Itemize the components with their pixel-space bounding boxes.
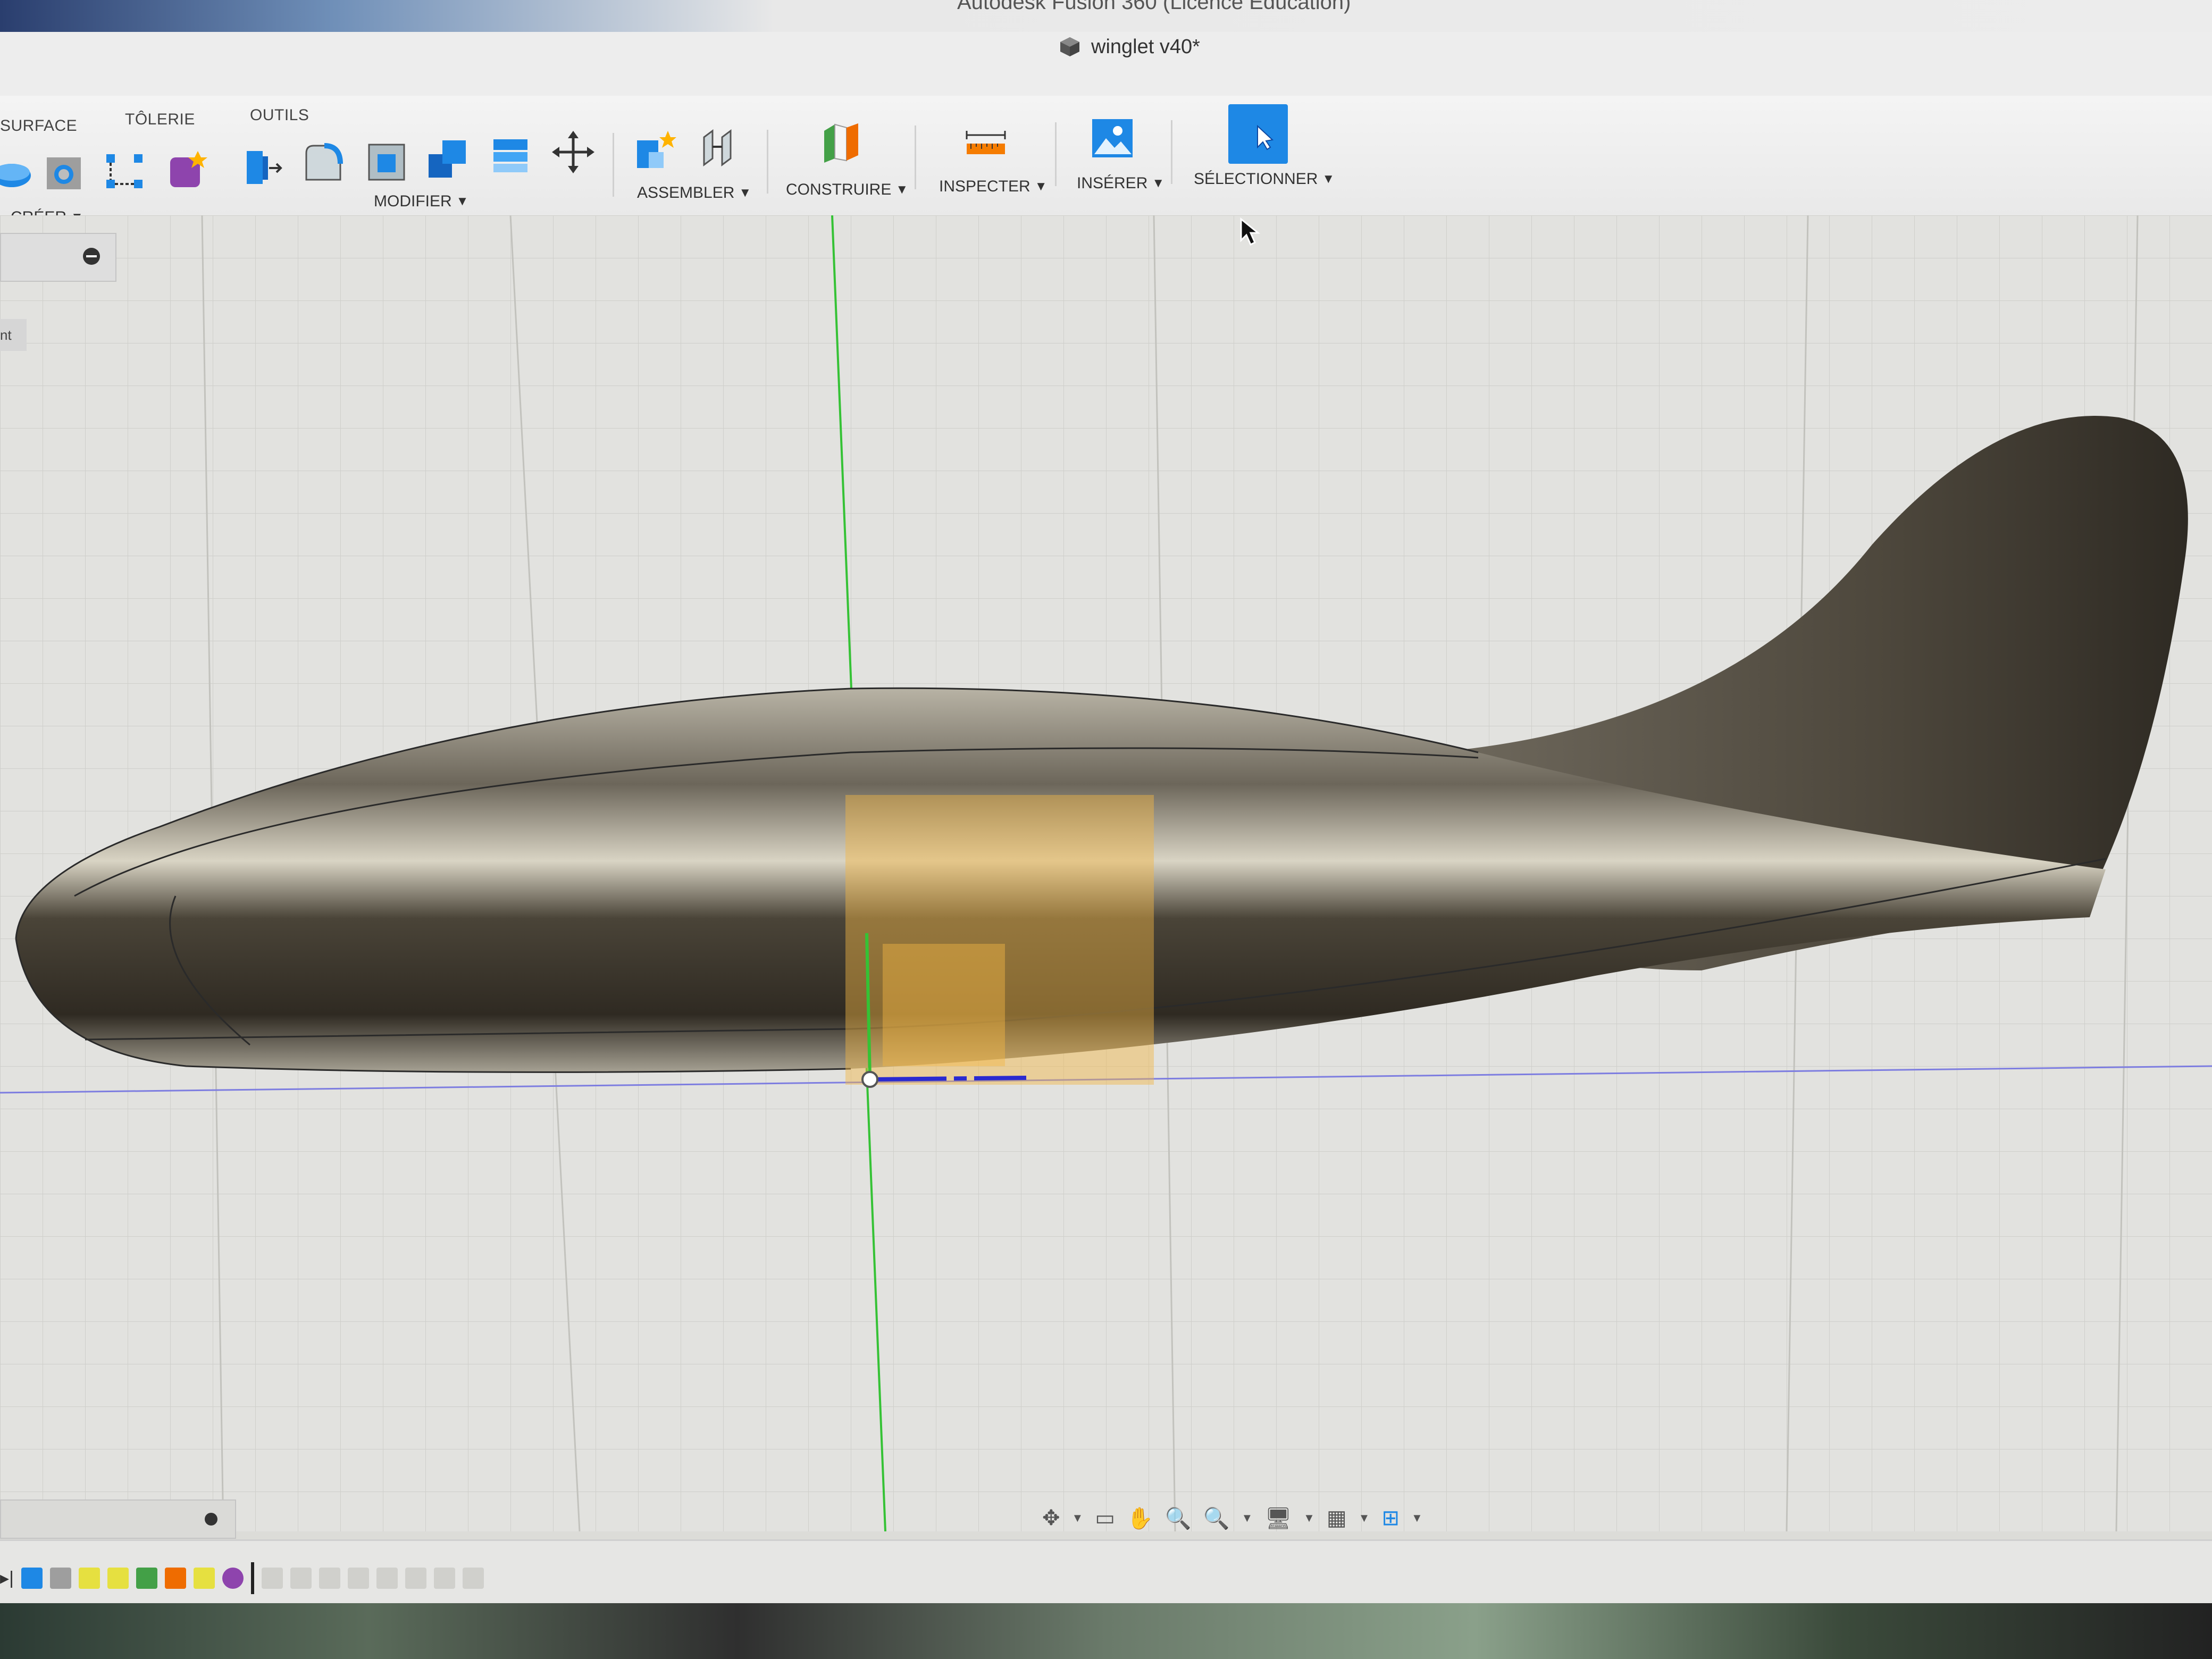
grid-settings-icon[interactable]: ▦ xyxy=(1327,1506,1347,1530)
look-at-icon[interactable]: ▭ xyxy=(1095,1506,1115,1530)
move-arrows-icon[interactable] xyxy=(551,130,596,174)
select-cursor-icon[interactable] xyxy=(1228,104,1288,164)
menu-assembler-label: ASSEMBLER xyxy=(637,184,735,202)
joint-icon[interactable] xyxy=(697,125,741,170)
toolbar-divider xyxy=(767,130,768,194)
menu-inspecter[interactable]: INSPECTER ▼ xyxy=(939,178,1047,196)
offset-faces-icon[interactable] xyxy=(488,132,533,177)
construction-plane-icon[interactable] xyxy=(819,120,864,165)
chevron-down-icon: ▼ xyxy=(895,182,909,197)
chevron-down-icon: ▼ xyxy=(1322,172,1335,186)
sketch-inner-profile xyxy=(883,944,1005,1066)
timeline-feature-icon[interactable] xyxy=(21,1568,43,1589)
document-title: winglet v40* xyxy=(1091,35,1200,58)
timeline-end-icon[interactable]: ▸| xyxy=(0,1568,14,1589)
comments-panel[interactable] xyxy=(0,1499,236,1539)
menu-construire[interactable]: CONSTRUIRE ▼ xyxy=(786,181,908,199)
timeline-feature-icon[interactable] xyxy=(376,1568,398,1589)
sketch-dimension-icon[interactable] xyxy=(102,149,147,194)
toolbar-divider xyxy=(1055,122,1057,186)
surface-extrude-icon[interactable] xyxy=(0,149,34,194)
viewports-icon[interactable]: ⊞ xyxy=(1381,1506,1400,1530)
menu-assembler[interactable]: ASSEMBLER ▼ xyxy=(637,184,751,202)
timeline-feature-icon[interactable] xyxy=(222,1568,244,1589)
pan-hand-icon[interactable]: ✋ xyxy=(1127,1506,1153,1531)
fillet-icon[interactable] xyxy=(301,140,346,185)
menu-inserer[interactable]: INSÉRER ▼ xyxy=(1077,174,1164,192)
form-create-icon[interactable] xyxy=(165,148,210,192)
insert-image-icon[interactable] xyxy=(1090,116,1135,161)
new-component-icon[interactable] xyxy=(633,128,677,172)
shell-cube-icon[interactable] xyxy=(43,150,87,195)
shell-icon[interactable] xyxy=(365,138,409,183)
toolbar-divider xyxy=(613,133,614,197)
document-tab[interactable]: winglet v40* xyxy=(1058,35,1200,58)
timeline-feature-icon[interactable] xyxy=(462,1568,484,1589)
timeline-feature-icon[interactable] xyxy=(261,1568,283,1589)
browser-panel[interactable] xyxy=(0,233,116,282)
chevron-down-icon: ▼ xyxy=(739,186,752,200)
timeline-feature-icon[interactable] xyxy=(405,1568,426,1589)
app-title: Autodesk Fusion 360 (Licence Éducation) xyxy=(957,0,1351,14)
chevron-down-icon: ▼ xyxy=(1152,176,1165,190)
chevron-down-icon[interactable]: ▼ xyxy=(1359,1511,1370,1525)
press-pull-icon[interactable] xyxy=(240,144,285,188)
menu-selectionner-label: SÉLECTIONNER xyxy=(1194,170,1318,188)
fit-icon[interactable]: 🔍 xyxy=(1203,1506,1230,1531)
tab-outils[interactable]: OUTILS xyxy=(250,106,309,124)
toolbar-divider xyxy=(915,125,916,189)
toolbar-divider xyxy=(1171,120,1172,184)
menu-construire-label: CONSTRUIRE xyxy=(786,181,892,198)
timeline-feature-icon[interactable] xyxy=(164,1568,186,1589)
mouse-cursor-icon xyxy=(1240,217,1260,246)
timeline-feature-icon[interactable] xyxy=(290,1568,312,1589)
chevron-down-icon[interactable]: ▼ xyxy=(1242,1511,1253,1525)
chevron-down-icon: ▼ xyxy=(456,194,469,208)
menu-modifier[interactable]: MODIFIER ▼ xyxy=(374,192,468,211)
timeline-feature-icon[interactable] xyxy=(78,1568,100,1589)
tab-tolerie[interactable]: TÔLERIE xyxy=(125,111,195,129)
timeline-feature-icon[interactable] xyxy=(107,1568,129,1589)
canvas-viewport[interactable] xyxy=(0,215,2212,1531)
tab-surface[interactable]: SURFACE xyxy=(0,117,77,135)
combine-icon[interactable] xyxy=(425,136,470,181)
timeline-feature-icon[interactable] xyxy=(193,1568,215,1589)
monitor-bezel-background xyxy=(0,1603,2212,1659)
measure-ruler-icon[interactable] xyxy=(963,120,1008,165)
timeline-feature-icon[interactable] xyxy=(49,1568,71,1589)
timeline-marker[interactable] xyxy=(250,1562,254,1594)
zoom-icon[interactable]: 🔍 xyxy=(1165,1506,1192,1531)
ground-grid xyxy=(0,215,2212,1531)
timeline-feature-icon[interactable] xyxy=(347,1568,369,1589)
chevron-down-icon[interactable]: ▼ xyxy=(1411,1511,1423,1525)
timeline-feature-icon[interactable] xyxy=(433,1568,455,1589)
display-settings-icon[interactable]: 🖥 xyxy=(1264,1506,1292,1531)
menu-inspecter-label: INSPECTER xyxy=(939,178,1030,195)
chevron-down-icon: ▼ xyxy=(1034,179,1048,194)
orbit-icon[interactable]: ✥ xyxy=(1042,1506,1060,1530)
panel-toggle-icon[interactable] xyxy=(81,246,102,267)
timeline-feature-icon[interactable] xyxy=(136,1568,157,1589)
timeline-feature-icon[interactable] xyxy=(319,1568,340,1589)
chevron-down-icon[interactable]: ▼ xyxy=(1303,1511,1315,1525)
navigation-bar: ✥ ▼ ▭ ✋ 🔍 🔍 ▼ 🖥 ▼ ▦ ▼ ⊞ ▼ xyxy=(1042,1499,1423,1537)
panel-toggle-icon[interactable] xyxy=(203,1511,219,1527)
menu-selectionner[interactable]: SÉLECTIONNER ▼ xyxy=(1194,170,1335,188)
origin-point xyxy=(861,1071,878,1088)
document-cube-icon xyxy=(1060,37,1079,56)
menu-modifier-label: MODIFIER xyxy=(374,192,452,210)
menu-inserer-label: INSÉRER xyxy=(1077,174,1148,192)
timeline[interactable]: ▸| xyxy=(0,1539,2212,1605)
chevron-down-icon[interactable]: ▼ xyxy=(1072,1511,1084,1525)
browser-item-label: nt xyxy=(0,327,12,343)
